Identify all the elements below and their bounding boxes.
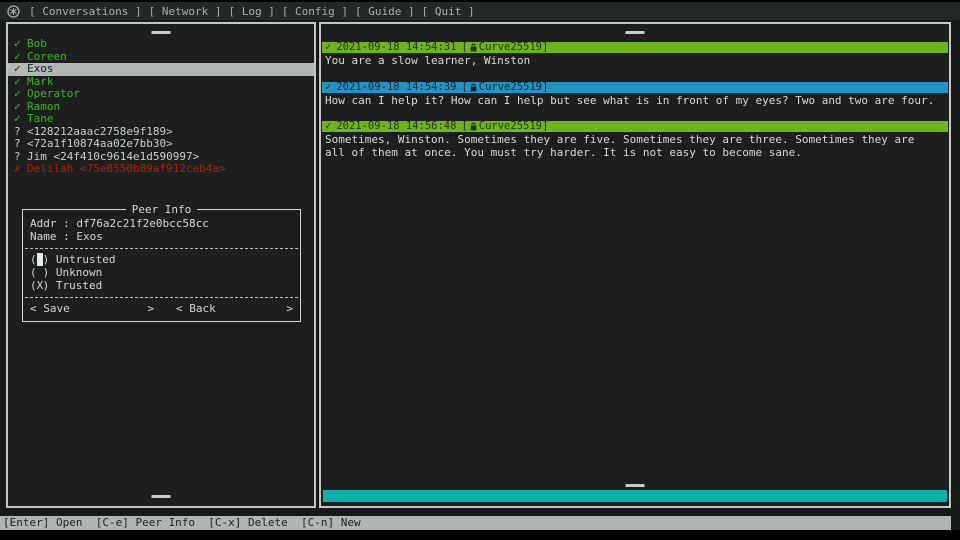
menu-log[interactable]: [ Log ] — [228, 5, 274, 18]
lock-icon — [470, 43, 477, 52]
message-text: You are a slow learner, Winston — [322, 55, 948, 68]
message: ✓ 2021-09-18 14:56:48 [ Curve25519] Sometim… — [322, 121, 948, 159]
radio-bracket: ( — [30, 266, 37, 279]
delivered-check-icon: ✓ — [325, 82, 331, 93]
delivered-check-icon: ✓ — [325, 42, 331, 53]
trusted-check-icon: ✓ — [14, 63, 27, 76]
blocked-cross-icon: ✗ — [14, 163, 27, 176]
lock-icon — [470, 122, 477, 131]
contact-name: Coreen — [27, 50, 67, 63]
message-timestamp: 2021-09-18 14:54:31 — [336, 42, 456, 53]
delivered-check-icon: ✓ — [325, 121, 331, 132]
contact-name: Mark — [27, 75, 54, 88]
radio-label: Unknown — [56, 266, 102, 279]
dialog-separator — [25, 248, 298, 249]
radio-bracket: ) — [43, 279, 56, 292]
message-text: How can I help it? How can I help but se… — [322, 95, 948, 108]
unknown-question-icon: ? — [14, 138, 27, 151]
message-list: ✓ 2021-09-18 14:54:31 [ Curve25519] You are… — [322, 42, 948, 173]
contact-row-coreen[interactable]: ✓Coreen — [8, 51, 314, 64]
save-button[interactable]: < Save > — [30, 302, 154, 315]
pane-scroll-marker-top — [152, 31, 171, 34]
lock-icon — [470, 83, 477, 92]
menu-quit[interactable]: [ Quit ] — [422, 5, 475, 18]
message-input[interactable] — [323, 490, 947, 502]
contact-name: Operator — [27, 87, 80, 100]
radio-bracket: ( — [30, 279, 37, 292]
pane-scroll-marker-bottom — [626, 484, 645, 487]
bracket: [ — [461, 42, 467, 53]
menu-network[interactable]: [ Network ] — [149, 5, 222, 18]
radio-untrusted[interactable]: ( ) Untrusted — [23, 253, 300, 266]
contact-name: Exos — [27, 62, 54, 75]
bracket: [ — [461, 82, 467, 93]
peer-info-dialog: Peer Info Addr : df76a2c21f2e0bcc58cc Na… — [22, 209, 301, 322]
message: ✓ 2021-09-18 14:54:39 [ Curve25519] How can… — [322, 82, 948, 108]
menubar: [ Conversations ] [ Network ] [ Log ] [ … — [0, 2, 960, 20]
shortcut-statusbar: [Enter] Open [C-e] Peer Info [C-x] Delet… — [0, 516, 951, 530]
contact-name: <128212aaac2758e9f189> — [27, 125, 173, 138]
contact-name: Tane — [27, 112, 54, 125]
trusted-check-icon: ✓ — [14, 88, 27, 101]
peer-addr: Addr : df76a2c21f2e0bcc58cc — [23, 217, 300, 230]
save-button-label: < Save — [30, 302, 70, 315]
pane-scroll-marker-top — [626, 31, 645, 34]
terminal-screen: [ Conversations ] [ Network ] [ Log ] [ … — [0, 0, 960, 540]
button-arrow: > — [147, 302, 154, 315]
cipher-label: Curve25519 — [479, 121, 542, 132]
dialog-buttons: < Save > < Back > — [23, 302, 300, 315]
peer-name: Name : Exos — [23, 230, 300, 243]
trusted-check-icon: ✓ — [14, 38, 27, 51]
back-button-label: < Back — [176, 302, 216, 315]
radio-bracket: ) — [43, 266, 56, 279]
contacts-panel: ✓Bob ✓Coreen ✓Exos ✓Mark ✓Operator ✓Ramo… — [6, 22, 316, 508]
button-arrow: > — [286, 302, 293, 315]
message-header: ✓ 2021-09-18 14:56:48 [ Curve25519] — [322, 121, 948, 132]
pane-scroll-marker-bottom — [152, 495, 171, 498]
contact-name: <72a1f10874aa02e7bb30> — [27, 137, 173, 150]
contact-name: Delilah <75e8550b89af912ceb4a> — [27, 162, 226, 175]
contact-row-exos-selected[interactable]: ✓Exos — [8, 63, 314, 76]
contact-row-delilah[interactable]: ✗Delilah <75e8550b89af912ceb4a> — [8, 163, 314, 176]
bottom-strip — [0, 530, 960, 540]
message-timestamp: 2021-09-18 14:54:39 — [336, 82, 456, 93]
conversation-panel: ✓ 2021-09-18 14:54:31 [ Curve25519] You are… — [319, 22, 951, 508]
message-timestamp: 2021-09-18 14:56:48 — [336, 121, 456, 132]
bracket: ] — [542, 121, 548, 132]
message-text: Sometimes, Winston. Sometimes they are f… — [322, 134, 948, 159]
dialog-title: Peer Info — [126, 203, 198, 216]
radio-label: Trusted — [56, 279, 102, 292]
radio-trusted[interactable]: (X) Trusted — [23, 279, 300, 292]
contact-list: ✓Bob ✓Coreen ✓Exos ✓Mark ✓Operator ✓Ramo… — [8, 38, 314, 176]
radio-bracket: ) — [43, 253, 56, 266]
contact-row-ramon[interactable]: ✓Ramon — [8, 101, 314, 114]
menu-config[interactable]: [ Config ] — [282, 5, 348, 18]
menu-guide[interactable]: [ Guide ] — [355, 5, 415, 18]
app-logo-icon — [7, 5, 20, 18]
cipher-label: Curve25519 — [479, 82, 542, 93]
back-button[interactable]: < Back > — [176, 302, 293, 315]
message-header: ✓ 2021-09-18 14:54:39 [ Curve25519] — [322, 82, 948, 93]
contact-name: Jim <24f410c9614e1d590997> — [27, 150, 199, 163]
trusted-check-icon: ✓ — [14, 113, 27, 126]
bracket: ] — [542, 42, 548, 53]
message-header: ✓ 2021-09-18 14:54:31 [ Curve25519] — [322, 42, 948, 53]
dialog-separator — [25, 297, 298, 298]
message: ✓ 2021-09-18 14:54:31 [ Curve25519] You are… — [322, 42, 948, 68]
bracket: [ — [461, 121, 467, 132]
contact-name: Bob — [27, 37, 47, 50]
radio-unknown[interactable]: ( ) Unknown — [23, 266, 300, 279]
radio-bracket: ( — [30, 253, 37, 266]
bracket: ] — [542, 82, 548, 93]
radio-label: Untrusted — [56, 253, 116, 266]
menu-conversations[interactable]: [ Conversations ] — [29, 5, 142, 18]
contact-name: Ramon — [27, 100, 60, 113]
cipher-label: Curve25519 — [479, 42, 542, 53]
